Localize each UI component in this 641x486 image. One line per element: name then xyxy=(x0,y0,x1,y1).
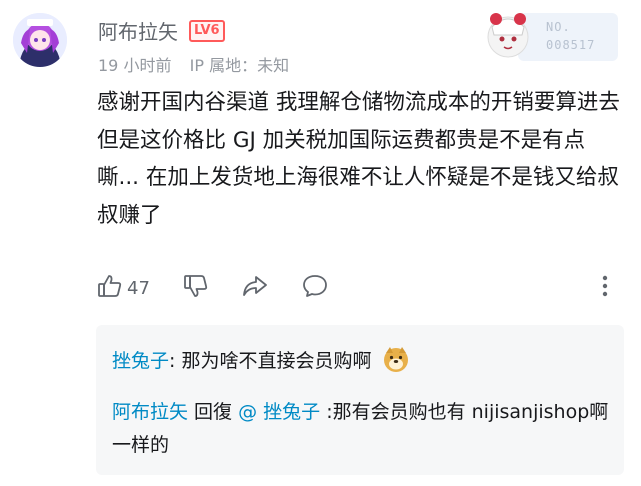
reply-item[interactable]: 阿布拉矢 回復 @ 挫兔子 :那有会员购也有 nijisanjishop啊 一样… xyxy=(112,396,612,462)
reply-word: 回復 xyxy=(188,401,239,423)
reply-icon xyxy=(302,273,328,303)
username[interactable]: 阿布拉矢 xyxy=(98,16,178,45)
comment-meta: 19 小时前 IP 属地：未知 xyxy=(98,52,289,76)
share-icon xyxy=(241,273,269,303)
thumb-down-icon xyxy=(183,273,209,303)
fan-badge-label: NO. xyxy=(546,20,571,34)
reply-author[interactable]: 阿布拉矢 xyxy=(112,401,188,423)
reply-separator: : xyxy=(169,350,182,372)
thumb-up-icon xyxy=(97,273,123,303)
comment-time: 19 小时前 xyxy=(98,56,172,75)
reply-item[interactable]: 挫兔子: 那为啥不直接会员购啊 xyxy=(112,345,410,381)
comment-text: 感谢开国内谷渠道 我理解仓储物流成本的开销要算进去 但是这价格比 GJ 加关税加… xyxy=(97,90,620,228)
doge-emoji-icon xyxy=(382,345,410,381)
reply-button[interactable] xyxy=(302,270,328,306)
fan-badge xyxy=(478,5,618,67)
reply-mention[interactable]: @ 挫兔子 xyxy=(238,401,320,423)
replies-panel: 挫兔子: 那为啥不直接会员购啊 阿布拉矢 回復 @ 挫兔子 :那有会员购也有 n… xyxy=(96,325,624,475)
fan-badge-number: 008517 xyxy=(546,38,596,52)
more-button[interactable] xyxy=(599,270,611,306)
like-button[interactable]: 47 xyxy=(97,270,150,306)
ip-location: IP 属地：未知 xyxy=(189,56,290,75)
level-badge: LV6 xyxy=(189,20,225,42)
more-vertical-icon xyxy=(599,273,611,303)
action-bar: 47 xyxy=(97,270,617,306)
avatar[interactable] xyxy=(13,13,67,67)
reply-author[interactable]: 挫兔子 xyxy=(112,350,169,372)
share-button[interactable] xyxy=(241,270,269,306)
dislike-button[interactable] xyxy=(183,270,209,306)
reply-text: 那为啥不直接会员购啊 xyxy=(181,350,372,372)
like-count: 47 xyxy=(127,277,150,299)
